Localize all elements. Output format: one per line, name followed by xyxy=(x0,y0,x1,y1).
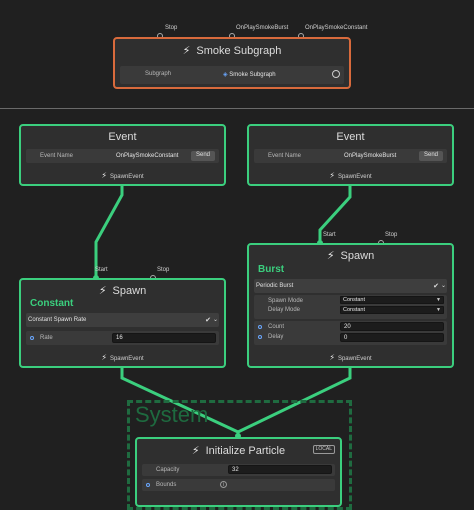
collapse-chevron-icon[interactable]: ⌄ xyxy=(441,282,446,289)
panel-divider xyxy=(0,108,474,109)
subgraph-title: Smoke Subgraph xyxy=(196,45,282,57)
event-left-field-value[interactable]: OnPlaySmokeConstant xyxy=(116,153,178,159)
event-left-field-label: Event Name xyxy=(40,153,74,159)
object-picker-icon[interactable] xyxy=(332,70,340,78)
count-input[interactable]: 20 xyxy=(340,322,444,331)
event-right-output[interactable]: ⚡ SpawnEvent xyxy=(249,171,452,180)
event-left-output-label: SpawnEvent xyxy=(109,174,144,180)
spawn-right-stop-label: Stop xyxy=(385,232,398,238)
spawn-left-stop-label: Stop xyxy=(157,267,170,273)
event-left-field-row: Event Name OnPlaySmokeConstant Send xyxy=(26,149,219,163)
spawn-mode-label: Spawn Mode xyxy=(268,298,304,304)
spawn-node-constant[interactable]: ⚡ Spawn Constant Constant Spawn Rate ✔ ⌄ … xyxy=(19,278,226,368)
init-title: Initialize Particle xyxy=(205,445,286,457)
periodic-burst-block[interactable]: Periodic Burst ✔ ⌄ xyxy=(254,279,447,293)
spawn-left-heading: Constant xyxy=(30,298,74,309)
port-onplaysmokeconstant-label: OnPlaySmokeConstant xyxy=(305,25,368,31)
event-left-output[interactable]: ⚡ SpawnEvent xyxy=(21,171,224,180)
event-right-field-row: Event Name OnPlaySmokeBurst Send xyxy=(254,149,447,163)
mode-rows: Spawn Mode Constant ▼ Delay Mode Constant… xyxy=(254,295,447,319)
spawn-left-title-row: ⚡ Spawn xyxy=(21,284,224,297)
capacity-input[interactable]: 32 xyxy=(228,465,332,474)
info-icon[interactable]: i xyxy=(220,481,227,488)
lightning-icon: ⚡ xyxy=(101,353,107,362)
spawn-mode-value: Constant xyxy=(343,297,366,303)
initialize-particle-node[interactable]: ⚡ Initialize Particle LOCAL Capacity 32 B… xyxy=(135,437,342,507)
subgraph-field-label: Subgraph xyxy=(145,71,172,77)
event-node-burst[interactable]: Event Event Name OnPlaySmokeBurst Send ⚡… xyxy=(247,124,454,186)
subgraph-title-row: ⚡ Smoke Subgraph xyxy=(115,44,349,57)
subgraph-node[interactable]: ⚡ Smoke Subgraph Subgraph ◈ Smoke Subgrap… xyxy=(113,37,351,89)
checkbox-icon[interactable]: ✔ xyxy=(433,282,439,290)
lightning-icon: ⚡ xyxy=(182,45,191,57)
rate-label: Rate xyxy=(40,335,53,341)
event-right-output-label: SpawnEvent xyxy=(337,174,372,180)
spawn-left-start-label: Start xyxy=(95,267,108,273)
spawn-right-start-label: Start xyxy=(323,232,336,238)
count-slot-port[interactable] xyxy=(258,325,262,329)
lightning-icon: ⚡ xyxy=(329,171,335,180)
capacity-row: Capacity 32 xyxy=(142,464,335,476)
lightning-icon: ⚡ xyxy=(329,353,335,362)
system-label: System xyxy=(135,402,209,427)
spawn-right-output-label: SpawnEvent xyxy=(337,356,372,362)
bounds-row: Bounds i xyxy=(142,479,335,491)
event-right-field-value[interactable]: OnPlaySmokeBurst xyxy=(344,153,396,159)
subgraph-field-value[interactable]: ◈ Smoke Subgraph xyxy=(223,71,276,78)
rate-row: Rate 16 xyxy=(26,331,219,345)
event-left-title: Event xyxy=(108,131,137,143)
spawn-left-output-label: SpawnEvent xyxy=(109,356,144,362)
rate-input[interactable]: 16 xyxy=(112,333,216,343)
spawn-left-title: Spawn xyxy=(112,285,147,297)
init-title-row: ⚡ Initialize Particle xyxy=(137,444,340,457)
chevron-down-icon: ▼ xyxy=(436,297,441,303)
block-title-burst: Periodic Burst xyxy=(256,283,294,289)
bounds-slot-port[interactable] xyxy=(146,483,150,487)
bounds-label: Bounds xyxy=(156,482,177,488)
spawn-right-output[interactable]: ⚡ SpawnEvent xyxy=(249,353,452,362)
delay-mode-label: Delay Mode xyxy=(268,307,301,313)
port-stop-label: Stop xyxy=(165,25,178,31)
spawn-right-title-row: ⚡ Spawn xyxy=(249,249,452,262)
event-node-constant[interactable]: Event Event Name OnPlaySmokeConstant Sen… xyxy=(19,124,226,186)
count-label: Count xyxy=(268,324,285,330)
event-right-title: Event xyxy=(336,131,365,143)
checkbox-icon[interactable]: ✔ xyxy=(205,316,211,324)
block-title-constant: Constant Spawn Rate xyxy=(28,317,87,323)
delay-label: Delay xyxy=(268,334,284,340)
capacity-label: Capacity xyxy=(156,467,180,473)
delay-slot-port[interactable] xyxy=(258,335,262,339)
delay-mode-dropdown[interactable]: Constant ▼ xyxy=(340,306,444,314)
spawn-mode-dropdown[interactable]: Constant ▼ xyxy=(340,296,444,304)
spawn-right-title: Spawn xyxy=(340,250,375,262)
send-button-left[interactable]: Send xyxy=(191,151,215,161)
delay-input[interactable]: 0 xyxy=(340,333,444,342)
send-button-right[interactable]: Send xyxy=(419,151,443,161)
lightning-icon: ⚡ xyxy=(326,250,335,262)
chevron-down-icon: ▼ xyxy=(436,307,441,313)
rate-slot-port[interactable] xyxy=(30,336,34,340)
port-onplaysmokeburst-label: OnPlaySmokeBurst xyxy=(236,25,289,31)
constant-spawn-rate-block[interactable]: Constant Spawn Rate ✔ ⌄ xyxy=(26,313,219,327)
subgraph-field-text: Smoke Subgraph xyxy=(229,72,276,78)
spawn-right-heading: Burst xyxy=(258,264,285,275)
spawn-left-output[interactable]: ⚡ SpawnEvent xyxy=(21,353,224,362)
collapse-chevron-icon[interactable]: ⌄ xyxy=(213,316,218,323)
spawn-node-burst[interactable]: ⚡ Spawn Burst Periodic Burst ✔ ⌄ Spawn Mo… xyxy=(247,243,454,368)
lightning-icon: ⚡ xyxy=(98,285,107,297)
lightning-icon: ⚡ xyxy=(101,171,107,180)
local-space-badge[interactable]: LOCAL xyxy=(312,445,335,454)
event-right-field-label: Event Name xyxy=(268,153,302,159)
delay-mode-value: Constant xyxy=(343,307,366,313)
count-delay-rows: Count 20 Delay 0 xyxy=(254,321,447,345)
wire-event-left-to-spawn-start xyxy=(94,180,124,280)
lightning-icon: ⚡ xyxy=(191,445,200,457)
subgraph-field-row: Subgraph ◈ Smoke Subgraph xyxy=(120,66,344,84)
